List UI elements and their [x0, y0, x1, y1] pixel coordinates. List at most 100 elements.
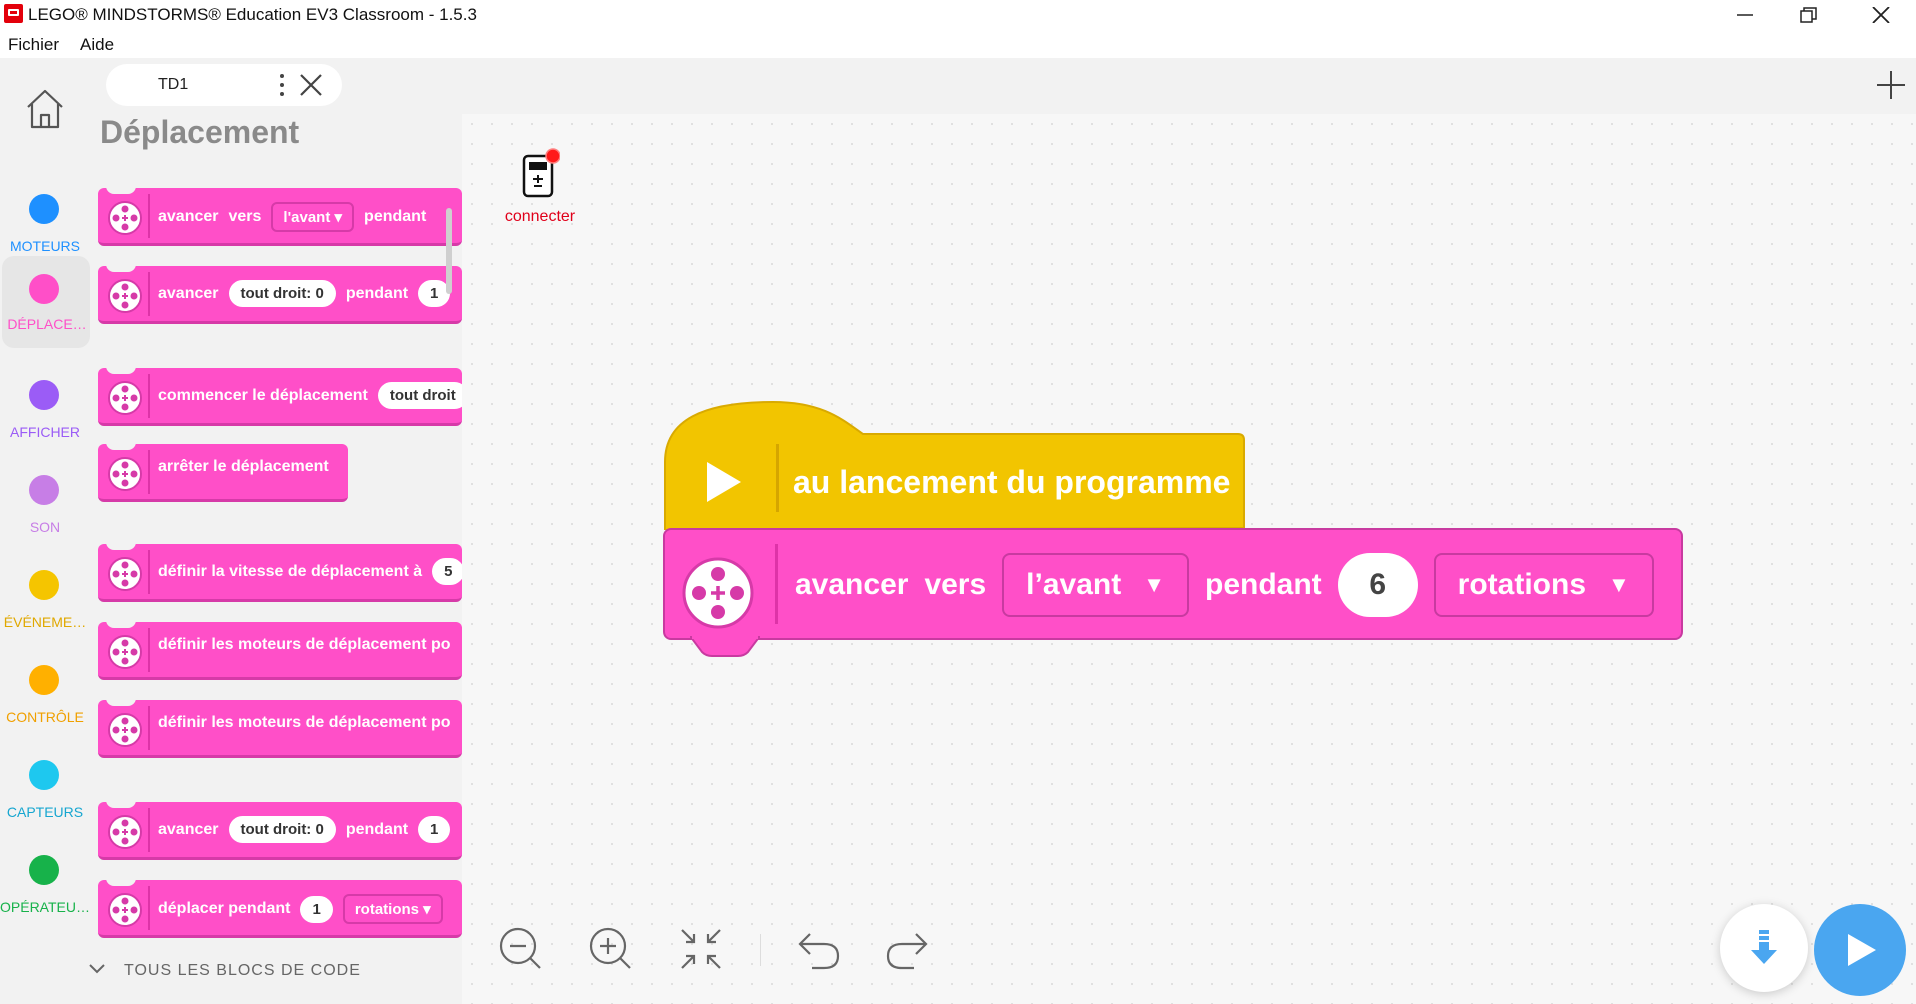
amount-input[interactable]: 6: [1337, 553, 1418, 617]
zoom-in-icon[interactable]: [588, 926, 634, 972]
palette-block-set-motors[interactable]: définir les moteurs de déplacement po: [98, 700, 462, 758]
recenter-icon[interactable]: [678, 926, 724, 972]
amount-input[interactable]: 1: [300, 895, 333, 923]
drive-base-icon: [108, 457, 142, 491]
category-dot: [29, 855, 59, 885]
redo-icon[interactable]: [884, 926, 930, 972]
palette-block-stop-moving[interactable]: arrêter le déplacement: [98, 444, 348, 502]
category-afficher[interactable]: AFFICHER: [0, 366, 92, 460]
category-son[interactable]: SON: [0, 461, 92, 555]
block-text: déplacer pendant: [158, 900, 291, 917]
unit-dropdown[interactable]: rotations ▼: [1433, 553, 1654, 617]
category-dot: [29, 475, 59, 505]
steering-input[interactable]: tout droit: 0: [228, 280, 336, 307]
close-window-button[interactable]: [1846, 0, 1916, 30]
drive-base-icon: [108, 635, 142, 669]
block-text: avancer: [158, 208, 219, 225]
category-label: CONTRÔLE: [6, 709, 84, 725]
palette-title: Déplacement: [100, 114, 300, 150]
block-text: définir la vitesse de déplacement à: [158, 562, 423, 580]
palette-block-move-steering[interactable]: avancer tout droit: 0 pendant 1: [98, 802, 462, 860]
block-notch: [106, 700, 136, 706]
palette-block-move-direction[interactable]: avancer vers l'avant pendant: [98, 188, 462, 246]
steering-input[interactable]: tout droit: [377, 382, 462, 409]
block-separator: [148, 706, 150, 750]
block-separator: [148, 550, 150, 594]
palette-block-set-motors[interactable]: définir les moteurs de déplacement po: [98, 622, 462, 680]
category-dot: [29, 760, 59, 790]
close-icon: [1872, 7, 1890, 23]
category-capteurs[interactable]: CAPTEURS: [0, 746, 92, 840]
restore-button[interactable]: [1774, 0, 1844, 30]
minimize-button[interactable]: [1710, 0, 1780, 30]
close-tab-icon[interactable]: [298, 72, 324, 98]
palette-scrollbar[interactable]: [446, 208, 452, 294]
palette-block-start-moving[interactable]: commencer le déplacement tout droit: [98, 368, 462, 426]
drive-base-icon: [108, 381, 142, 415]
download-arrow-icon: [1751, 930, 1777, 964]
move-block[interactable]: avancer vers l’avant ▼ pendant 6 rotatio…: [663, 528, 1683, 640]
block-text: pendant: [345, 284, 409, 302]
block-notch: [106, 880, 136, 886]
unit-dropdown[interactable]: rotations: [342, 894, 443, 924]
steering-input[interactable]: tout droit: 0: [228, 816, 336, 843]
direction-value: l’avant: [1026, 568, 1122, 601]
unit-value: rotations: [1457, 568, 1587, 601]
move-vers: vers: [924, 568, 987, 601]
category-label: ÉVÉNEME…: [3, 614, 87, 630]
lego-logo-icon: [4, 4, 23, 23]
block-separator: [148, 808, 150, 852]
chevron-down-icon: [89, 964, 105, 974]
more-vertical-icon[interactable]: [272, 72, 292, 98]
move-pendant: pendant: [1205, 568, 1322, 601]
connect-link[interactable]: connecter: [490, 208, 590, 226]
drive-base-icon: [108, 279, 142, 313]
category-sidebar: MOTEURS DÉPLACE… AFFICHER SON ÉVÉNEME… C…: [0, 58, 92, 1004]
block-notch: [106, 544, 136, 550]
amount-input[interactable]: 1: [418, 816, 451, 843]
category-controle[interactable]: CONTRÔLE: [0, 651, 92, 745]
block-text: pendant: [345, 820, 409, 838]
category-label: CAPTEURS: [6, 804, 84, 820]
zoom-out-icon[interactable]: [498, 926, 544, 972]
menu-fichier[interactable]: Fichier: [8, 35, 59, 55]
all-blocks-toggle[interactable]: TOUS LES BLOCS DE CODE: [88, 962, 361, 980]
window-title: LEGO® MINDSTORMS® Education EV3 Classroo…: [28, 5, 477, 24]
palette-block-move-steering[interactable]: avancer tout droit: 0 pendant 1: [98, 266, 462, 324]
drive-base-icon: [108, 893, 142, 927]
block-notch: [106, 188, 136, 194]
block-notch: [106, 368, 136, 374]
direction-dropdown[interactable]: l'avant: [271, 202, 355, 232]
run-program-button[interactable]: [1814, 904, 1906, 996]
speed-input[interactable]: 5: [432, 558, 462, 585]
tab-td1[interactable]: TD1: [106, 64, 342, 106]
play-icon: [1848, 934, 1876, 966]
home-icon[interactable]: [22, 86, 68, 132]
direction-dropdown[interactable]: l’avant ▼: [1002, 553, 1189, 617]
move-verb: avancer: [795, 568, 909, 601]
drive-base-icon: [108, 713, 142, 747]
drive-base-icon: [682, 557, 754, 629]
category-evenements[interactable]: ÉVÉNEME…: [0, 556, 92, 650]
add-tab-icon[interactable]: [1874, 68, 1908, 102]
category-dot: [29, 380, 59, 410]
caret-down-icon: ▼: [1608, 572, 1630, 597]
block-separator: [148, 194, 150, 238]
block-separator: [776, 444, 779, 512]
block-text: vers: [228, 208, 262, 225]
undo-icon[interactable]: [796, 926, 842, 972]
block-text: définir les moteurs de déplacement po: [158, 636, 451, 653]
category-operateurs[interactable]: OPÉRATEU…: [0, 841, 92, 935]
menu-aide[interactable]: Aide: [80, 35, 114, 55]
block-text: commencer le déplacement: [158, 386, 368, 404]
download-button[interactable]: [1720, 904, 1808, 992]
minimize-icon: [1737, 14, 1753, 16]
category-label: AFFICHER: [10, 424, 80, 440]
category-deplacement[interactable]: DÉPLACE…: [2, 256, 90, 348]
category-label: DÉPLACE…: [7, 316, 87, 332]
block-palette: Déplacement avancer vers l'avant pendant…: [92, 114, 462, 1004]
palette-block-set-speed[interactable]: définir la vitesse de déplacement à 5: [98, 544, 462, 602]
ev3-brick-icon[interactable]: [520, 148, 560, 200]
restore-icon: [1800, 7, 1817, 23]
palette-block-move-for[interactable]: déplacer pendant 1 rotations: [98, 880, 462, 938]
